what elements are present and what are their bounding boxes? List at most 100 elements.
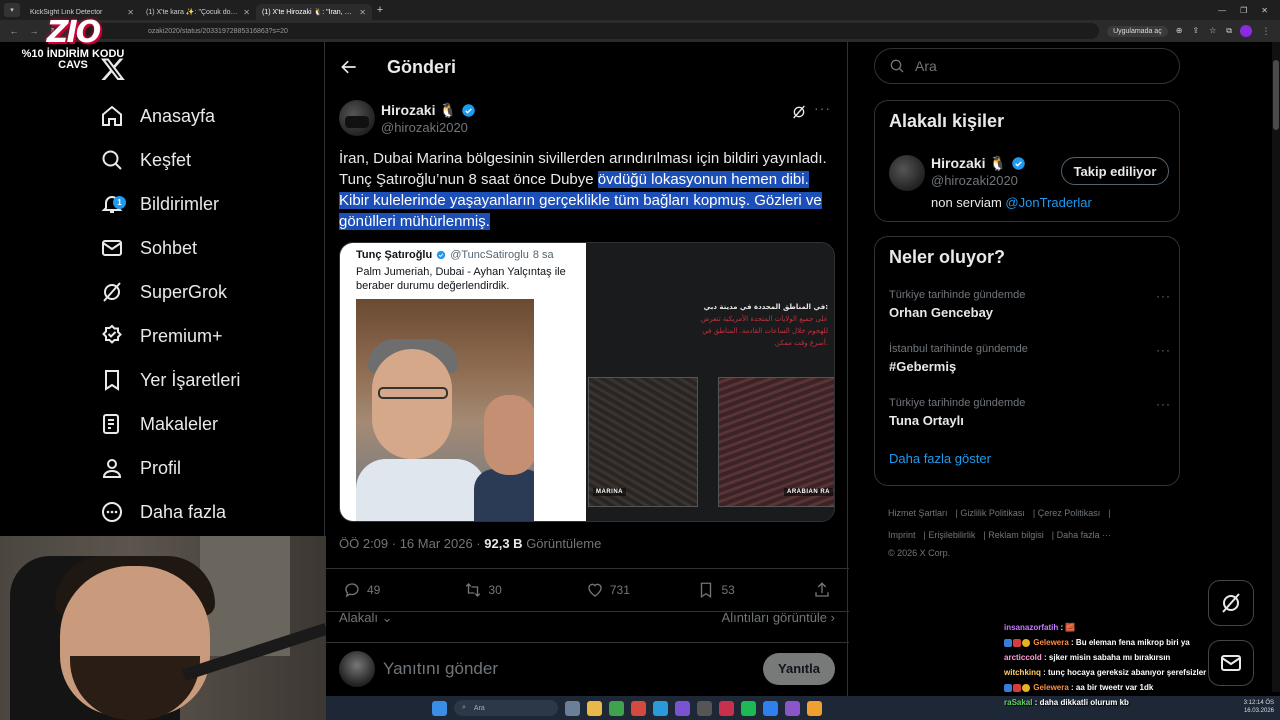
new-tab-button[interactable]: + <box>372 4 388 16</box>
browser-tab-3[interactable]: (1) X'te Hirozaki 🐧: "İran, Dub ✕ <box>256 4 372 20</box>
trend-item[interactable]: Türkiye tarihinde gündemde Tuna Ortaylı … <box>889 397 1171 428</box>
nav-item-profile[interactable]: Profil <box>100 450 181 486</box>
app-icon[interactable] <box>697 700 712 716</box>
chat-text: Bu eleman fena mikrop biri ya <box>1073 638 1190 647</box>
footer-link[interactable]: Erişilebilirlik <box>928 530 975 540</box>
reply-button[interactable]: 49 <box>343 581 464 599</box>
file-explorer-icon[interactable] <box>587 700 602 716</box>
trend-item[interactable]: Türkiye tarihinde gündemde Orhan Genceba… <box>889 289 1171 320</box>
related-dropdown[interactable]: Alakalı ⌄ <box>339 610 393 626</box>
close-icon[interactable]: ✕ <box>359 8 366 17</box>
app-icon[interactable] <box>719 700 734 716</box>
related-person[interactable]: Hirozaki 🐧 @hirozaki2020 non serviam @Jo… <box>889 155 1169 215</box>
close-window-icon[interactable]: ✕ <box>1261 6 1268 15</box>
reply-input[interactable]: Yanıtını gönder <box>383 659 763 679</box>
bio-mention-link[interactable]: @JonTraderlar <box>1005 195 1091 210</box>
author-name-row[interactable]: Hirozaki 🐧 <box>381 102 476 119</box>
nav-label: Profil <box>140 457 182 478</box>
nav-item-articles[interactable]: Makaleler <box>100 406 218 442</box>
author-handle[interactable]: @hirozaki2020 <box>381 120 468 135</box>
bookmark-button[interactable]: 53 <box>697 581 813 599</box>
obs-icon[interactable] <box>785 700 800 716</box>
chat-username: arcticcold <box>1004 653 1042 662</box>
trend-item[interactable]: İstanbul tarihinde gündemde #Gebermiş ··… <box>889 343 1171 374</box>
footer-link[interactable]: Reklam bilgisi <box>988 530 1044 540</box>
nav-label: Keşfet <box>140 149 192 170</box>
nav-label: Bildirimler <box>140 193 220 214</box>
view-quotes-link[interactable]: Alıntıları görüntüle › <box>722 610 835 626</box>
footer-link[interactable]: Imprint <box>888 530 916 540</box>
extensions-icon[interactable]: ⧉ <box>1226 26 1232 36</box>
main-column: Gönderi Hirozaki 🐧 @hirozaki2020 ··· İra… <box>324 42 849 720</box>
grok-icon[interactable] <box>791 104 807 120</box>
tab-menu-button[interactable]: ▾ <box>4 3 20 17</box>
quote-photo <box>356 299 534 521</box>
star-icon[interactable]: ☆ <box>1209 26 1216 36</box>
avatar[interactable] <box>339 100 375 136</box>
scrollbar-thumb[interactable] <box>1273 60 1279 130</box>
share-button[interactable] <box>813 581 831 599</box>
nav-item-chat[interactable]: Sohbet <box>100 230 197 266</box>
chrome-icon[interactable] <box>609 700 624 716</box>
taskbar-search[interactable]: ⌕ Ara <box>454 700 558 716</box>
chat-badge-icon <box>1013 683 1021 692</box>
bookmark-icon <box>105 370 119 391</box>
minimize-icon[interactable]: — <box>1218 6 1226 15</box>
footer-link[interactable]: Gizlilik Politikası <box>960 508 1025 518</box>
chat-text: aa bir tweetr var 1dk <box>1073 683 1154 692</box>
footer-link[interactable]: Daha fazla ··· <box>1057 530 1112 540</box>
page-scrollbar[interactable] <box>1272 42 1280 692</box>
nav-item-explore[interactable]: Keşfet <box>100 142 191 178</box>
article-icon <box>103 414 119 434</box>
related-person-bio: non serviam @JonTraderlar <box>931 195 1092 210</box>
edge-icon[interactable] <box>653 700 668 716</box>
chat-message: arcticcold : sjker misin sabaha mı bırak… <box>1004 653 1171 662</box>
repost-button[interactable]: 30 <box>464 581 585 599</box>
spotify-icon[interactable] <box>741 700 756 716</box>
zoom-icon[interactable]: ⊕ <box>1176 26 1183 36</box>
like-button[interactable]: 731 <box>586 581 698 599</box>
nav-item-bookmarks[interactable]: Yer İşaretleri <box>100 362 240 398</box>
profile-avatar[interactable] <box>1240 25 1252 37</box>
nav-item-home[interactable]: Anasayfa <box>100 98 215 134</box>
more-options-icon[interactable]: ··· <box>1156 397 1171 411</box>
nav-item-supergrok[interactable]: SuperGrok <box>100 274 227 310</box>
nav-label: Sohbet <box>140 237 198 258</box>
quoted-post-media[interactable]: Tunç Şatıroğlu @TuncSatiroglu 8 sa Palm … <box>339 242 835 522</box>
close-icon[interactable]: ✕ <box>243 8 250 17</box>
following-button[interactable]: Takip ediliyor <box>1061 157 1169 185</box>
app-icon[interactable] <box>631 700 646 716</box>
more-options-icon[interactable]: ··· <box>1156 343 1171 357</box>
show-more-link[interactable]: Daha fazla göster <box>889 451 991 466</box>
close-icon[interactable]: ✕ <box>127 8 134 17</box>
chat-username: Gelewera <box>1033 638 1069 647</box>
chat-message: Gelewera : aa bir tweetr var 1dk <box>1004 680 1274 695</box>
discord-icon[interactable] <box>675 700 690 716</box>
sponsor-logo: ZIO <box>46 15 101 50</box>
post-time[interactable]: ÖÖ 2:09 · 16 Mar 2026 <box>339 536 473 551</box>
nav-item-notifications[interactable]: 1 Bildirimler <box>100 186 219 222</box>
reply-submit-button[interactable]: Yanıtla <box>763 652 835 685</box>
browser-menu-icon[interactable]: ⋮ <box>1260 26 1272 37</box>
nav-item-more[interactable]: Daha fazla <box>100 494 226 530</box>
footer-link[interactable]: Çerez Politikası <box>1038 508 1101 518</box>
mail-icon <box>102 240 122 256</box>
footer-link[interactable]: Hizmet Şartları <box>888 508 948 518</box>
open-in-app-button[interactable]: Uygulamada aç <box>1107 25 1168 37</box>
more-options-icon[interactable]: ··· <box>814 100 831 116</box>
share-icon[interactable]: ⇪ <box>1192 26 1199 36</box>
url-field[interactable]: ozaki2020/status/20331972885316863?s=20 <box>68 23 1100 39</box>
related-person-name: Hirozaki 🐧 <box>931 155 1007 171</box>
back-arrow-icon[interactable] <box>339 57 359 77</box>
nav-item-premium[interactable]: Premium+ <box>100 318 223 354</box>
avatar[interactable] <box>889 155 925 191</box>
task-view-icon[interactable] <box>565 700 580 716</box>
app-icon[interactable] <box>763 700 778 716</box>
app-icon[interactable] <box>807 700 822 716</box>
maximize-icon[interactable]: ❐ <box>1240 6 1247 15</box>
chat-username: witchkinq <box>1004 668 1041 677</box>
more-options-icon[interactable]: ··· <box>1156 289 1171 303</box>
search-input[interactable]: Ara <box>874 48 1180 84</box>
browser-tab-2[interactable]: (1) X'te kara ✨: "Çocuk doğuran ✕ <box>140 4 256 20</box>
windows-start-icon[interactable] <box>432 700 447 716</box>
